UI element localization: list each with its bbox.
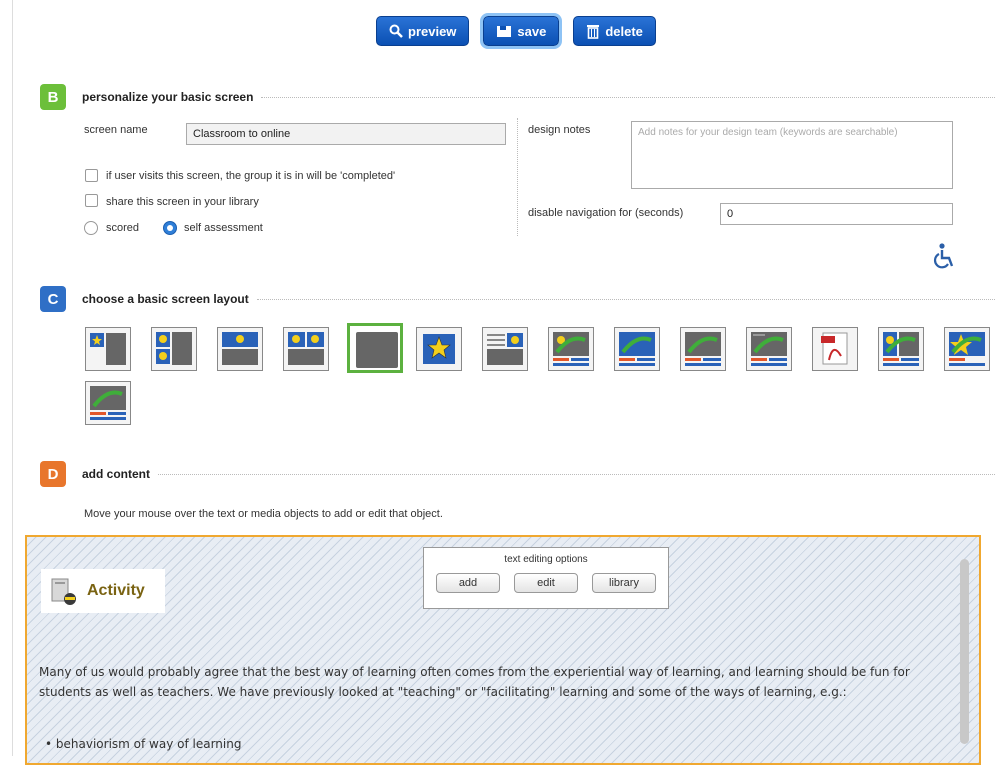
section-title: personalize your basic screen <box>82 90 254 104</box>
disable-navigation-input[interactable]: 0 <box>720 203 953 225</box>
text-editing-options-title: text editing options <box>504 554 588 565</box>
layout-option[interactable] <box>283 327 329 371</box>
design-notes-label: design notes <box>528 124 591 136</box>
magnifier-icon <box>389 24 403 38</box>
accessibility-icon[interactable] <box>932 242 958 270</box>
self-assessment-radio-label: self assessment <box>184 222 263 234</box>
layout-option[interactable] <box>812 327 858 371</box>
layout-thumbnail-icon <box>751 332 787 366</box>
bullet-text: behaviorism of way of learning <box>55 737 242 751</box>
pdf-icon <box>821 332 848 365</box>
layout-thumbnail-icon <box>619 332 655 366</box>
layout-thumbnail-icon <box>288 332 324 365</box>
share-checkbox[interactable] <box>85 194 98 207</box>
toolbar: preview save delete <box>376 13 656 49</box>
add-button[interactable]: add <box>436 573 500 593</box>
layout-option-selected[interactable] <box>347 323 403 373</box>
scrollbar-thumb[interactable] <box>960 559 969 744</box>
section-c-header: C choose a basic screen layout <box>40 286 995 312</box>
layout-option[interactable] <box>85 327 131 371</box>
text-editing-options-panel: text editing options add edit library <box>423 547 669 609</box>
layout-thumbnail-icon <box>423 334 455 364</box>
section-d-header: D add content <box>40 461 995 487</box>
column-divider <box>517 118 518 236</box>
add-content-hint: Move your mouse over the text or media o… <box>84 508 443 520</box>
preview-button[interactable]: preview <box>376 16 470 46</box>
library-button[interactable]: library <box>592 573 656 593</box>
content-editor-area[interactable]: text editing options add edit library Ac… <box>25 535 981 765</box>
layout-thumbnail-icon <box>487 333 523 365</box>
section-badge: D <box>40 461 66 487</box>
layout-option[interactable] <box>151 327 197 371</box>
layout-thumbnail-icon <box>553 332 589 366</box>
scored-radio[interactable] <box>84 221 98 235</box>
save-button[interactable]: save <box>480 13 563 49</box>
layout-option[interactable] <box>85 381 131 425</box>
layout-thumbnail-icon <box>156 332 192 365</box>
preview-label: preview <box>408 23 457 39</box>
layout-option[interactable] <box>217 327 263 371</box>
scored-radio-label: scored <box>106 222 140 234</box>
layout-thumbnail-icon <box>356 332 398 368</box>
layout-thumbnail-icon <box>685 332 721 366</box>
layout-thumbnail-icon <box>90 333 126 365</box>
share-checkbox-label: share this screen in your library <box>106 196 259 208</box>
completed-checkbox[interactable] <box>85 169 98 182</box>
layout-option[interactable] <box>746 327 792 371</box>
section-badge: C <box>40 286 66 312</box>
layout-option[interactable] <box>944 327 990 371</box>
divider <box>256 298 995 300</box>
layout-option[interactable] <box>878 327 924 371</box>
section-b-header: B personalize your basic screen <box>40 84 995 110</box>
divider <box>261 96 995 98</box>
layout-thumbnail-icon <box>90 386 126 420</box>
delete-button[interactable]: delete <box>573 16 656 46</box>
activity-title: Activity <box>87 582 145 599</box>
completed-checkbox-label: if user visits this screen, the group it… <box>106 170 396 182</box>
layout-thumbnail-icon <box>883 332 919 366</box>
layout-thumbnail-icon <box>222 332 258 365</box>
left-divider <box>12 0 13 756</box>
save-label: save <box>517 23 547 39</box>
content-bullet: • behaviorism of way of learning <box>45 737 242 751</box>
layout-option[interactable] <box>548 327 594 371</box>
delete-label: delete <box>605 23 643 39</box>
disable-navigation-label: disable navigation for (seconds) <box>528 207 684 219</box>
layout-option[interactable] <box>614 327 660 371</box>
design-notes-textarea[interactable]: Add notes for your design team (keywords… <box>631 121 953 189</box>
layout-option[interactable] <box>680 327 726 371</box>
save-icon <box>497 26 512 37</box>
screen-name-input[interactable]: Classroom to online <box>186 123 506 145</box>
layout-option[interactable] <box>482 327 528 371</box>
screen-name-label: screen name <box>84 124 148 136</box>
edit-button[interactable]: edit <box>514 573 578 593</box>
activity-icon <box>51 578 76 605</box>
content-paragraph: Many of us would probably agree that the… <box>39 665 910 699</box>
trash-icon <box>587 25 600 39</box>
layout-thumbnail-icon <box>949 332 985 366</box>
divider <box>158 473 995 475</box>
activity-header: Activity <box>41 569 165 613</box>
self-assessment-radio[interactable] <box>163 221 177 235</box>
section-title: choose a basic screen layout <box>82 292 249 306</box>
layout-option[interactable] <box>416 327 462 371</box>
section-badge: B <box>40 84 66 110</box>
section-title: add content <box>82 467 150 481</box>
